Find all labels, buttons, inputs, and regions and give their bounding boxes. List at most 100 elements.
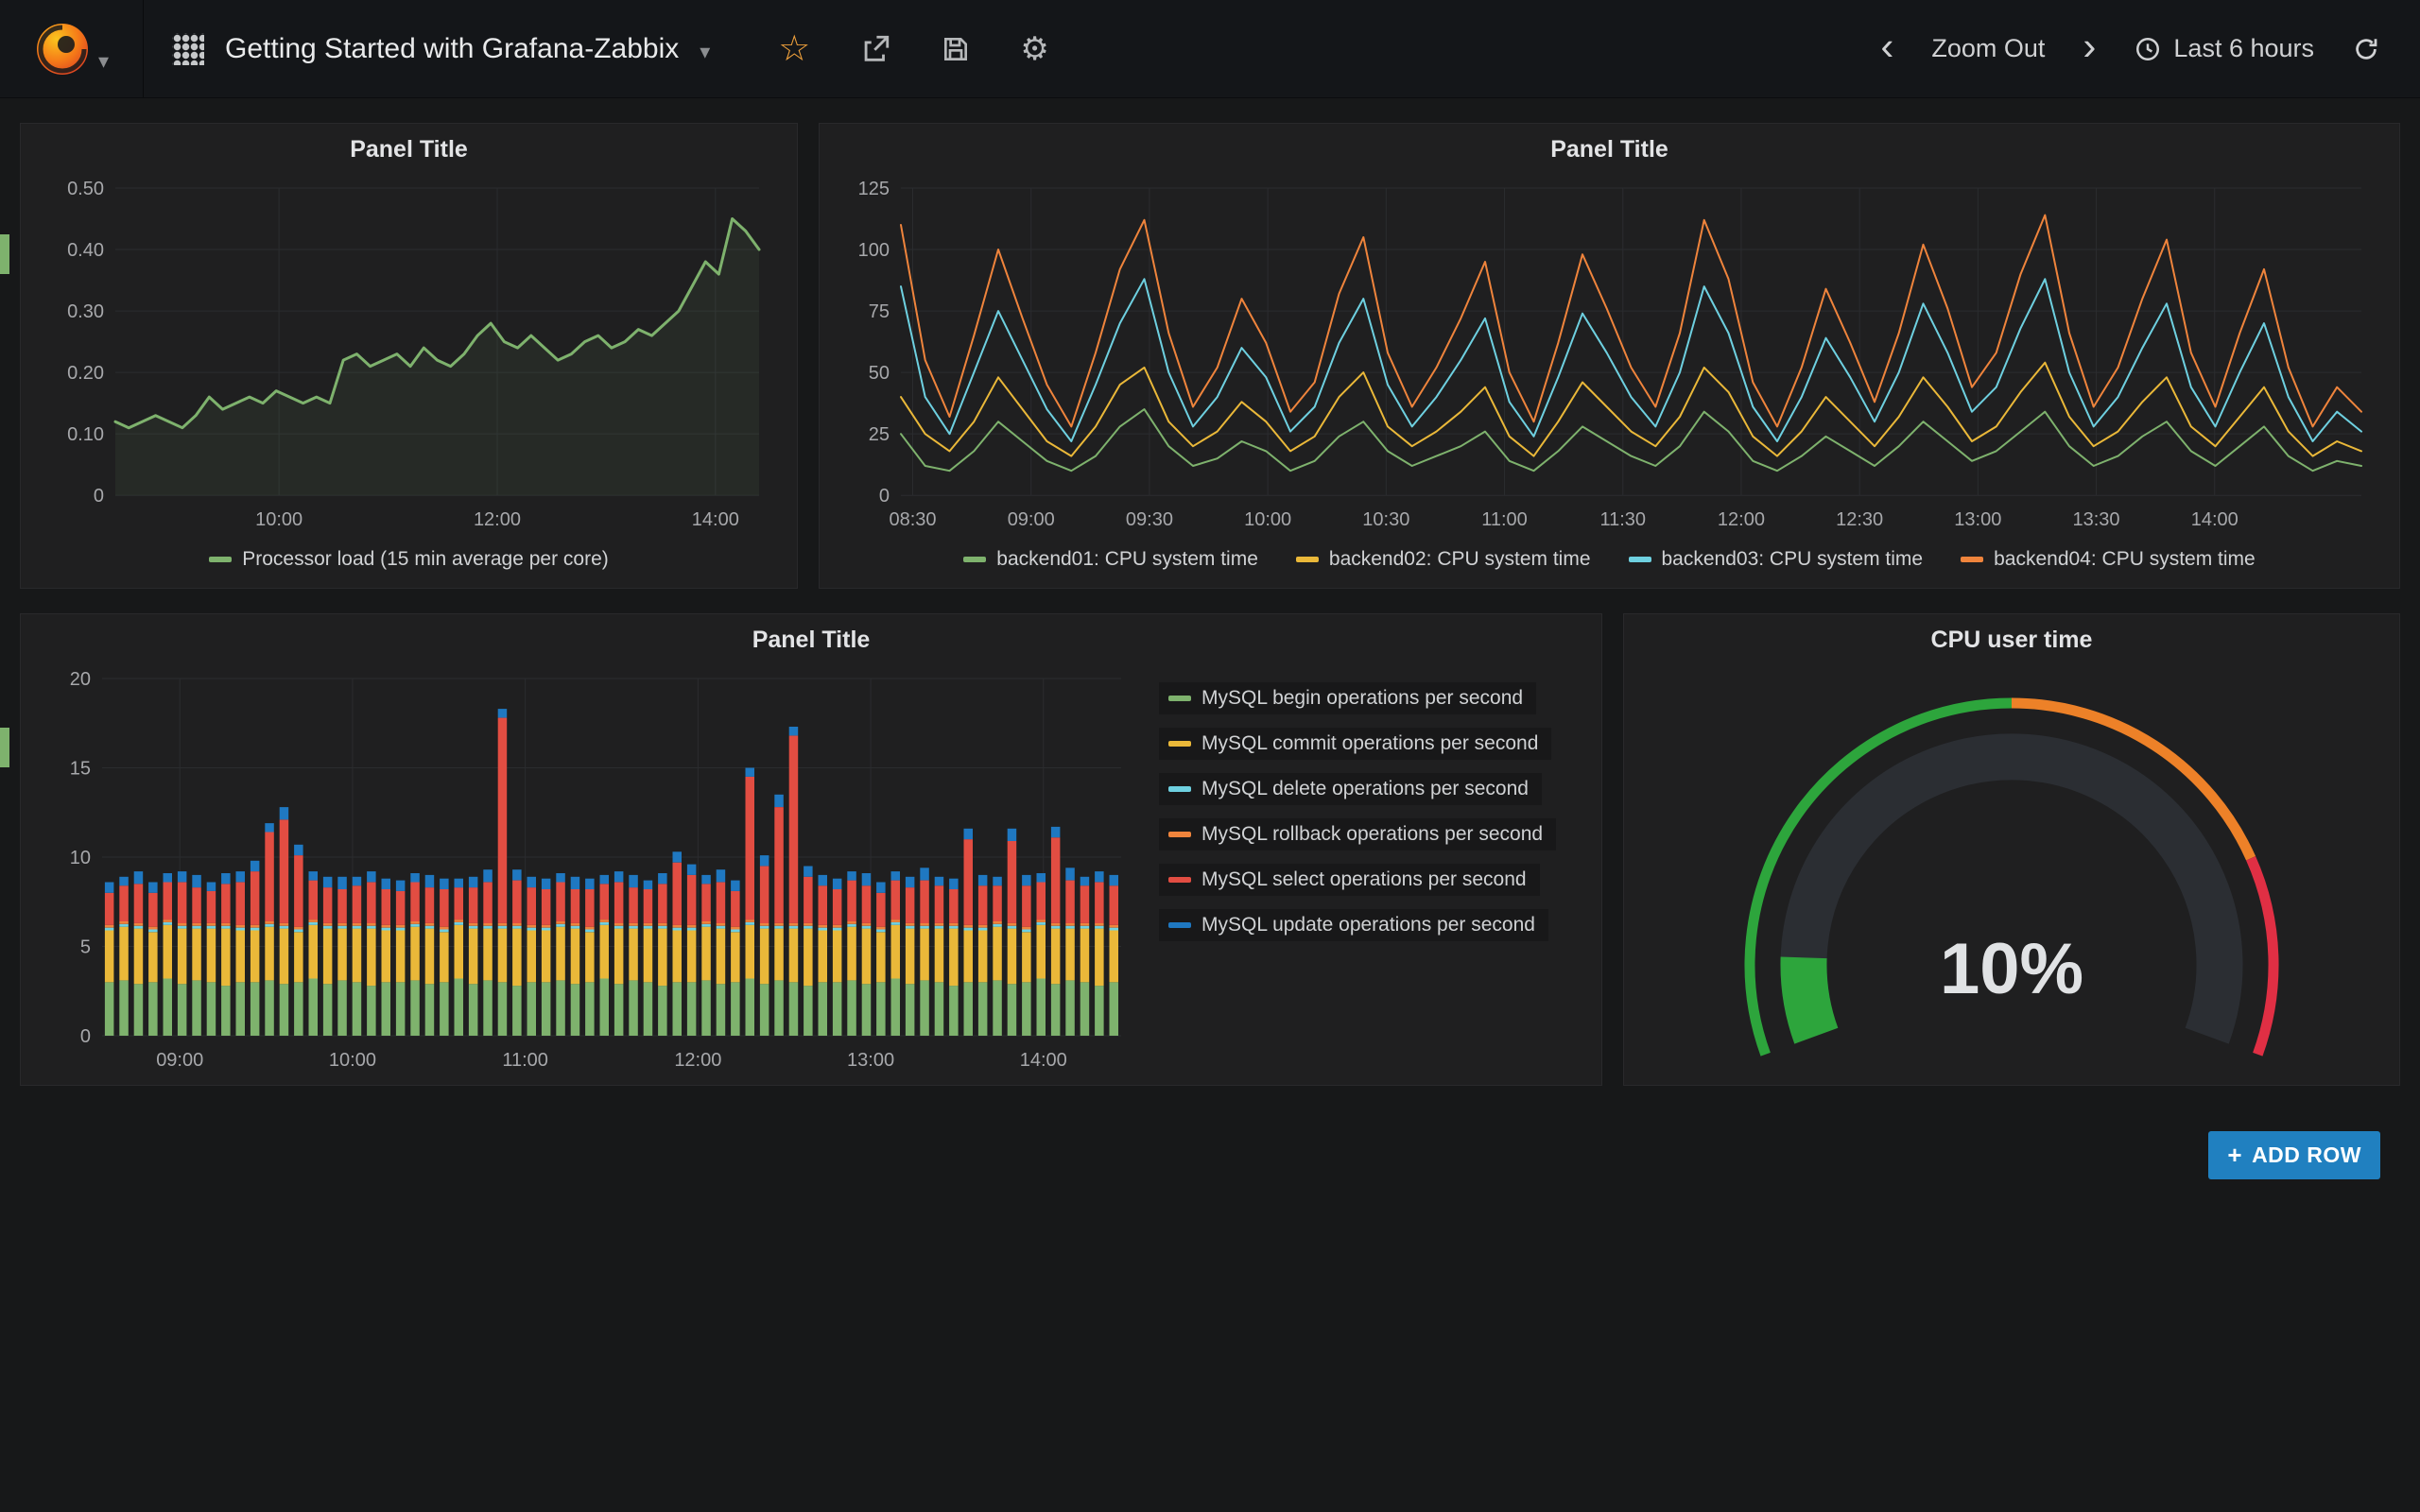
legend-label: backend03: CPU system time <box>1662 548 1924 571</box>
panel-title[interactable]: Panel Title <box>21 614 1601 665</box>
legend-label: MySQL commit operations per second <box>1201 732 1538 755</box>
svg-text:75: 75 <box>869 301 890 322</box>
legend-swatch <box>1168 786 1191 792</box>
legend-swatch <box>1168 877 1191 883</box>
panel-title[interactable]: Panel Title <box>820 124 2399 175</box>
svg-text:14:00: 14:00 <box>2191 509 2238 530</box>
legend-item[interactable]: backend01: CPU system time <box>963 548 1258 571</box>
svg-text:09:30: 09:30 <box>1126 509 1173 530</box>
dashboard-row-1: Panel Title 00.100.200.300.400.5010:0012… <box>20 123 2400 589</box>
caret-down-icon: ▾ <box>98 49 109 74</box>
dashboard-title-menu[interactable]: Getting Started with Grafana-Zabbix ▾ <box>144 33 738 65</box>
legend: MySQL begin operations per second MySQL c… <box>1146 665 1588 1077</box>
legend-item[interactable]: MySQL delete operations per second <box>1159 773 1542 805</box>
svg-text:11:30: 11:30 <box>1599 509 1646 530</box>
dashboard-actions: ☆ ⚙ <box>778 31 1049 67</box>
svg-text:14:00: 14:00 <box>1020 1050 1067 1071</box>
legend-item[interactable]: MySQL commit operations per second <box>1159 728 1551 760</box>
legend-label: backend02: CPU system time <box>1329 548 1591 571</box>
share-icon <box>859 33 891 65</box>
share-button[interactable] <box>859 33 891 65</box>
svg-text:10:00: 10:00 <box>255 509 302 530</box>
panel-body: 025507510012508:3009:0009:3010:0010:3011… <box>820 175 2399 588</box>
line-chart-cpu-system-time[interactable]: 025507510012508:3009:0009:3010:0010:3011… <box>833 175 2386 539</box>
svg-text:50: 50 <box>869 363 890 384</box>
svg-text:09:00: 09:00 <box>1008 509 1055 530</box>
legend-item[interactable]: Processor load (15 min average per core) <box>209 548 609 571</box>
row-collapse-handle[interactable] <box>0 728 9 767</box>
legend-swatch <box>1168 696 1191 701</box>
svg-text:15: 15 <box>70 759 91 780</box>
legend-label: backend01: CPU system time <box>996 548 1258 571</box>
plus-icon: + <box>2227 1141 2242 1170</box>
svg-text:12:00: 12:00 <box>674 1050 721 1071</box>
save-button[interactable] <box>941 34 971 64</box>
save-icon <box>941 34 971 64</box>
add-row-button[interactable]: + ADD ROW <box>2208 1131 2380 1179</box>
panel-title[interactable]: CPU user time <box>1624 614 2399 665</box>
svg-text:10:00: 10:00 <box>1244 509 1291 530</box>
panel-body: 0510152009:0010:0011:0012:0013:0014:00 M… <box>21 665 1601 1085</box>
legend-item[interactable]: backend02: CPU system time <box>1296 548 1591 571</box>
legend-swatch <box>1168 922 1191 928</box>
svg-text:25: 25 <box>869 424 890 445</box>
row-collapse-handle[interactable] <box>0 234 9 274</box>
legend-swatch <box>1168 832 1191 837</box>
svg-text:10:30: 10:30 <box>1362 509 1409 530</box>
panel-title[interactable]: Panel Title <box>21 124 797 175</box>
svg-text:0: 0 <box>94 486 104 507</box>
legend-label: backend04: CPU system time <box>1994 548 2256 571</box>
svg-text:20: 20 <box>70 669 91 690</box>
svg-text:12:00: 12:00 <box>1718 509 1765 530</box>
grafana-logo-icon <box>34 21 91 77</box>
dashboard-title: Getting Started with Grafana-Zabbix <box>225 33 679 65</box>
legend-label: MySQL select operations per second <box>1201 868 1527 891</box>
chevron-right-icon: › <box>2083 24 2096 69</box>
time-forward-button[interactable]: › <box>2077 28 2101 70</box>
refresh-button[interactable] <box>2346 34 2386 64</box>
svg-text:10%: 10% <box>1940 929 2083 1009</box>
zoom-out-button[interactable]: Zoom Out <box>1926 33 2050 64</box>
svg-text:0: 0 <box>879 486 890 507</box>
svg-text:100: 100 <box>858 240 890 261</box>
chevron-left-icon: ‹ <box>1880 24 1893 69</box>
add-row-bar: + ADD ROW <box>20 1110 2400 1179</box>
legend-item[interactable]: MySQL select operations per second <box>1159 864 1540 896</box>
star-button[interactable]: ☆ <box>778 31 810 67</box>
grafana-logo-menu[interactable]: ▾ <box>0 0 144 97</box>
legend-swatch <box>1961 557 1983 562</box>
svg-text:11:00: 11:00 <box>502 1050 548 1071</box>
legend-swatch <box>209 557 232 562</box>
panel-cpu-system-time: Panel Title 025507510012508:3009:0009:30… <box>819 123 2400 589</box>
legend-label: MySQL update operations per second <box>1201 914 1535 936</box>
panel-processor-load: Panel Title 00.100.200.300.400.5010:0012… <box>20 123 798 589</box>
legend-item[interactable]: backend03: CPU system time <box>1629 548 1924 571</box>
legend-swatch <box>1296 557 1319 562</box>
add-row-label: ADD ROW <box>2252 1143 2361 1168</box>
panel-body: 00.100.200.300.400.5010:0012:0014:00 Pro… <box>21 175 797 588</box>
svg-text:125: 125 <box>858 179 890 199</box>
legend-item[interactable]: MySQL begin operations per second <box>1159 682 1536 714</box>
clock-icon <box>2134 35 2162 63</box>
time-range-button[interactable]: Last 6 hours <box>2128 33 2320 64</box>
svg-text:09:00: 09:00 <box>156 1050 203 1071</box>
settings-button[interactable]: ⚙ <box>1020 33 1048 65</box>
bar-chart-mysql-operations[interactable]: 0510152009:0010:0011:0012:0013:0014:00 <box>34 665 1146 1079</box>
legend-label: Processor load (15 min average per core) <box>242 548 609 571</box>
time-controls: ‹ Zoom Out › Last 6 hours <box>1875 28 2420 70</box>
navbar: ▾ Getting Started with Grafana-Zabbix ▾ … <box>0 0 2420 98</box>
time-back-button[interactable]: ‹ <box>1875 28 1899 70</box>
legend-item[interactable]: MySQL update operations per second <box>1159 909 1548 941</box>
time-range-label: Last 6 hours <box>2173 34 2314 63</box>
legend-item[interactable]: MySQL rollback operations per second <box>1159 818 1556 850</box>
gauge-cpu-user-time[interactable]: 10% <box>1643 665 2380 1077</box>
line-chart-processor-load[interactable]: 00.100.200.300.400.5010:0012:0014:00 <box>34 175 784 539</box>
legend-item[interactable]: backend04: CPU system time <box>1961 548 2256 571</box>
legend-swatch <box>1168 741 1191 747</box>
svg-text:12:30: 12:30 <box>1836 509 1883 530</box>
panel-mysql-operations: Panel Title 0510152009:0010:0011:0012:00… <box>20 613 1602 1086</box>
svg-text:12:00: 12:00 <box>474 509 521 530</box>
svg-text:0.20: 0.20 <box>67 363 104 384</box>
legend-swatch <box>963 557 986 562</box>
legend-label: MySQL rollback operations per second <box>1201 823 1543 846</box>
